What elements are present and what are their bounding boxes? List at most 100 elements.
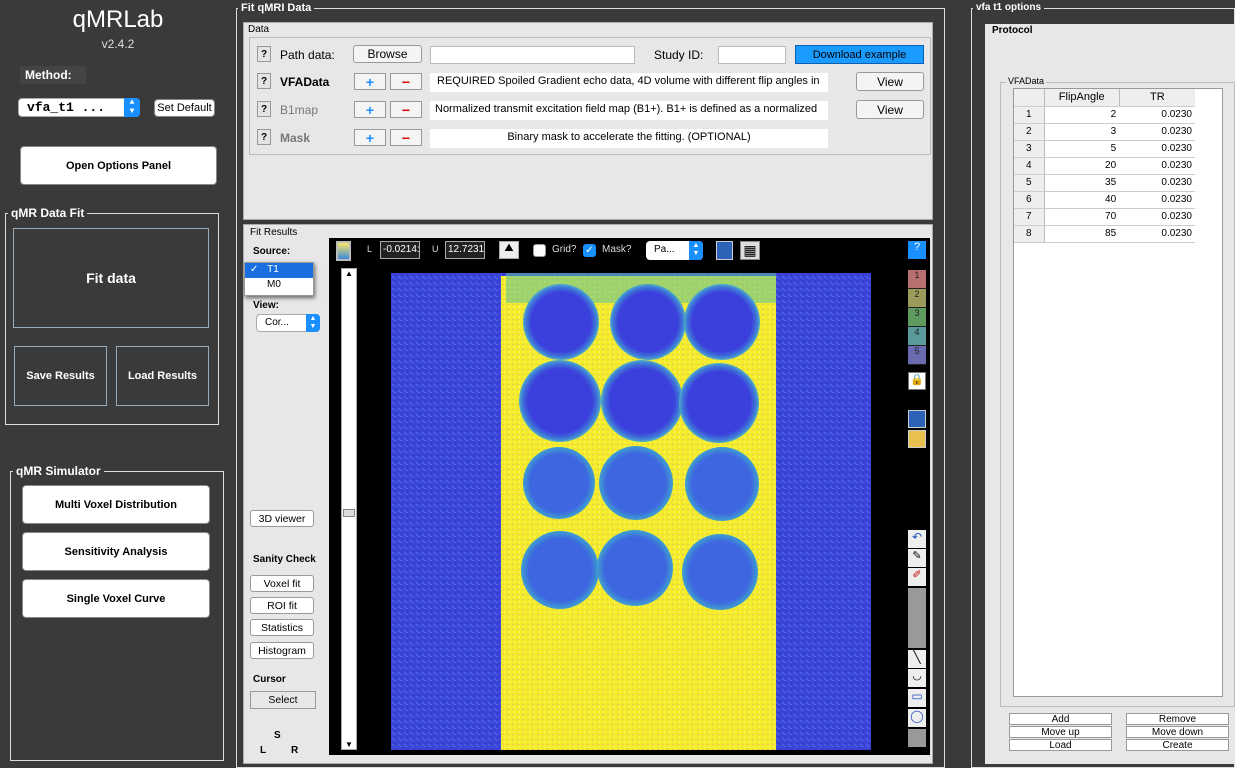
source-option-m0[interactable]: M0 bbox=[245, 278, 313, 293]
load-protocol-button[interactable]: Load bbox=[1009, 739, 1112, 751]
table-cell[interactable]: 0.0230 bbox=[1119, 106, 1195, 124]
save-roi-icon[interactable] bbox=[908, 410, 926, 428]
contrast-icon[interactable]: ⛰ bbox=[499, 241, 519, 259]
table-cell[interactable]: 40 bbox=[1044, 191, 1120, 209]
cursor-select-button[interactable]: Select bbox=[250, 691, 316, 709]
add-row-button[interactable]: Add bbox=[1009, 713, 1112, 725]
table-cell[interactable]: 85 bbox=[1044, 225, 1120, 243]
table-cell[interactable]: 0.0230 bbox=[1119, 225, 1195, 243]
pan-select[interactable]: Pa... ▲ ▼ bbox=[646, 241, 703, 260]
table-cell[interactable]: 70 bbox=[1044, 208, 1120, 226]
lower-limit-input[interactable]: -0.0214: bbox=[380, 241, 420, 259]
add-b1map-button[interactable]: + bbox=[354, 101, 386, 118]
help-path-button[interactable]: ? bbox=[257, 46, 271, 62]
download-example-button[interactable]: Download example bbox=[795, 45, 924, 64]
viewer-help-button[interactable]: ? bbox=[908, 241, 926, 259]
table-cell[interactable]: 35 bbox=[1044, 174, 1120, 192]
slice-slider[interactable]: ▲ ▼ bbox=[341, 268, 357, 750]
help-mask-button[interactable]: ? bbox=[257, 129, 271, 145]
help-b1map-button[interactable]: ? bbox=[257, 101, 271, 117]
grid-layout-icon[interactable]: ▦ bbox=[740, 241, 760, 260]
3d-viewer-button[interactable]: 3D viewer bbox=[250, 510, 314, 527]
orient-superior: S bbox=[274, 730, 281, 741]
save-image-icon[interactable] bbox=[716, 241, 733, 260]
eraser-icon[interactable]: ✐ bbox=[908, 568, 926, 586]
mask-checkbox[interactable]: ✓ bbox=[583, 244, 596, 257]
grid-label: Grid? bbox=[552, 244, 577, 255]
set-default-button[interactable]: Set Default bbox=[154, 99, 215, 117]
arrow-down-icon[interactable]: ▼ bbox=[342, 740, 356, 749]
arrow-up-icon[interactable]: ▲ bbox=[342, 269, 356, 278]
path-input[interactable] bbox=[430, 46, 635, 64]
move-up-button[interactable]: Move up bbox=[1009, 726, 1112, 738]
roi-4[interactable]: 4 bbox=[908, 327, 926, 346]
source-dropdown[interactable]: ✓ T1 M0 bbox=[244, 262, 314, 296]
line-tool-icon[interactable]: ╲ bbox=[908, 650, 926, 668]
slider-thumb[interactable] bbox=[343, 509, 355, 517]
study-id-label: Study ID: bbox=[654, 48, 704, 62]
source-option-t1[interactable]: ✓ T1 bbox=[245, 263, 313, 278]
view-select-value: Cor... bbox=[265, 317, 289, 328]
remove-row-button[interactable]: Remove bbox=[1126, 713, 1229, 725]
roi-5[interactable]: 5 bbox=[908, 346, 926, 365]
table-cell[interactable]: 2 bbox=[1044, 106, 1120, 124]
statistics-button[interactable]: Statistics bbox=[250, 619, 314, 636]
ellipse-tool-icon[interactable]: ◯ bbox=[908, 709, 926, 727]
vfadata-table-title: VFAData bbox=[1006, 76, 1047, 86]
study-id-input[interactable] bbox=[718, 46, 786, 64]
remove-vfadata-button[interactable]: − bbox=[390, 73, 422, 90]
create-protocol-button[interactable]: Create bbox=[1126, 739, 1229, 751]
roi-3[interactable]: 3 bbox=[908, 308, 926, 327]
rectangle-tool-icon[interactable]: ▭ bbox=[908, 689, 926, 707]
folder-icon[interactable] bbox=[908, 430, 926, 448]
roi-colorbar[interactable]: 1 2 3 4 5 bbox=[908, 270, 926, 370]
open-options-button[interactable]: Open Options Panel bbox=[20, 146, 217, 185]
browse-button[interactable]: Browse bbox=[353, 45, 422, 63]
table-cell[interactable]: 0.0230 bbox=[1119, 191, 1195, 209]
brush-icon[interactable]: ✎ bbox=[908, 549, 926, 567]
protocol-table[interactable]: FlipAngle TR 1 2 0.0230 2 3 0.0230 3 5 0.0230 … bbox=[1013, 88, 1223, 697]
mri-image[interactable] bbox=[361, 268, 901, 750]
grid-checkbox[interactable] bbox=[533, 244, 546, 257]
table-cell[interactable]: 0.0230 bbox=[1119, 140, 1195, 158]
table-cell[interactable]: 20 bbox=[1044, 157, 1120, 175]
table-cell[interactable]: 0.0230 bbox=[1119, 208, 1195, 226]
upper-limit-label: U bbox=[432, 244, 439, 254]
row-index: 3 bbox=[1014, 140, 1045, 158]
load-results-button[interactable]: Load Results bbox=[116, 346, 209, 406]
roi-1[interactable]: 1 bbox=[908, 270, 926, 289]
sensitivity-analysis-button[interactable]: Sensitivity Analysis bbox=[22, 532, 210, 571]
voxel-fit-button[interactable]: Voxel fit bbox=[250, 575, 314, 592]
roi-2[interactable]: 2 bbox=[908, 289, 926, 308]
multi-voxel-button[interactable]: Multi Voxel Distribution bbox=[22, 485, 210, 524]
lock-icon[interactable]: 🔒 bbox=[908, 372, 926, 390]
remove-mask-button[interactable]: − bbox=[390, 129, 422, 146]
table-cell[interactable]: 5 bbox=[1044, 140, 1120, 158]
cursor-label: Cursor bbox=[253, 674, 286, 685]
vfadata-label: VFAData bbox=[280, 75, 330, 89]
method-select[interactable]: vfa_t1 ... ▲ ▼ bbox=[18, 98, 140, 117]
histogram-button[interactable]: Histogram bbox=[250, 642, 314, 659]
table-cell[interactable]: 0.0230 bbox=[1119, 174, 1195, 192]
undo-icon[interactable]: ↶ bbox=[908, 530, 926, 548]
single-voxel-curve-button[interactable]: Single Voxel Curve bbox=[22, 579, 210, 618]
colormap-icon[interactable] bbox=[336, 241, 351, 261]
table-cell[interactable]: 0.0230 bbox=[1119, 123, 1195, 141]
fit-data-button[interactable]: Fit data bbox=[13, 228, 209, 328]
remove-b1map-button[interactable]: − bbox=[390, 101, 422, 118]
save-results-button[interactable]: Save Results bbox=[14, 346, 107, 406]
roi-fit-button[interactable]: ROI fit bbox=[250, 597, 314, 614]
help-vfadata-button[interactable]: ? bbox=[257, 73, 271, 89]
view-select[interactable]: Cor... ▲ ▼ bbox=[256, 314, 320, 332]
add-mask-button[interactable]: + bbox=[354, 129, 386, 146]
view-vfadata-button[interactable]: View bbox=[856, 72, 924, 91]
move-down-button[interactable]: Move down bbox=[1126, 726, 1229, 738]
view-b1map-button[interactable]: View bbox=[856, 100, 924, 119]
table-cell[interactable]: 3 bbox=[1044, 123, 1120, 141]
table-cell[interactable]: 0.0230 bbox=[1119, 157, 1195, 175]
curve-tool-icon[interactable]: ◡ bbox=[908, 669, 926, 687]
upper-limit-input[interactable]: 12.7231 bbox=[445, 241, 485, 259]
header-flipangle[interactable]: FlipAngle bbox=[1044, 89, 1120, 107]
add-vfadata-button[interactable]: + bbox=[354, 73, 386, 90]
header-tr[interactable]: TR bbox=[1119, 89, 1195, 107]
